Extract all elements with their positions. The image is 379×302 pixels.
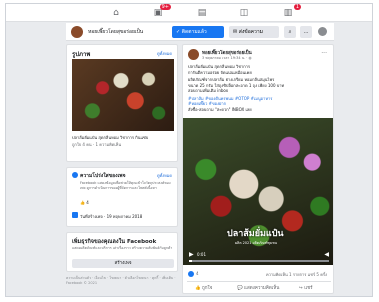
- video-progress-fill: [189, 260, 192, 262]
- info-icon: [72, 172, 78, 178]
- post-author-avatar[interactable]: [188, 49, 199, 60]
- notifications-badge: 9+: [159, 4, 171, 10]
- top-navigation-bar: ⌂ ▣ 9+ ▤ ◫ ▥ 1: [6, 4, 372, 22]
- more-button[interactable]: ...: [300, 26, 312, 38]
- search-button[interactable]: ⌕: [284, 26, 296, 38]
- likes-count: 👍 4: [80, 200, 89, 205]
- transparency-text: Facebook แสดงข้อมูลเพื่อช่วยให้คุณเข้าใจ…: [80, 181, 171, 190]
- photos-see-all-link[interactable]: ดูทั้งหมด: [157, 50, 172, 57]
- create-page-card: เพิ่มธุรกิจของคุณลงใน Facebook แสดงผลิตภ…: [66, 232, 178, 272]
- video-progress-bar[interactable]: [189, 260, 329, 262]
- menu-badge: 1: [293, 4, 301, 10]
- post-line: สั่งซื้อ-สอบถาม "สะดวก" INBOX เลย: [188, 106, 252, 112]
- page-transparency-card: ความโปร่งใสของเพจ ดูทั้งหมด Facebook แสด…: [66, 167, 178, 227]
- post-line: การันตีความอร่อย จัดแน่นเหมือนเคย: [188, 69, 252, 75]
- volume-icon[interactable]: ◀: [324, 251, 329, 258]
- message-label: ส่งข้อความ: [238, 29, 263, 35]
- home-icon[interactable]: ⌂: [110, 7, 122, 19]
- post-timestamp[interactable]: 3 พฤษภาคม เวลา 19:34 น. · ◍: [202, 55, 252, 61]
- comments-shares-count[interactable]: ความคิดเห็น 1 รายการ แชร์ 5 ครั้ง: [266, 271, 327, 278]
- page-avatar[interactable]: [71, 26, 83, 38]
- reaction-count[interactable]: 4: [196, 271, 199, 276]
- post-text: ปลาส้มยั่มแป๋น สุดกลิ่นหอม วิชาการ การัน…: [188, 64, 330, 112]
- like-button[interactable]: 👍 ถูกใจ: [195, 284, 212, 291]
- post-line: สอบถามเพิ่มเติม inbox: [188, 88, 229, 93]
- create-page-button[interactable]: สร้างเพจ: [72, 259, 174, 268]
- post-more-icon[interactable]: ···: [321, 50, 327, 57]
- create-page-title: เพิ่มธุรกิจของคุณลงใน Facebook: [72, 239, 157, 245]
- page-created-date: วันที่สร้างเพจ · 19 พฤษภาคม 2018: [80, 214, 143, 219]
- share-button[interactable]: ↪ แชร์: [299, 284, 313, 291]
- comment-button[interactable]: 💬 แสดงความคิดเห็น: [237, 284, 279, 291]
- create-page-text: แสดงผลิตภัณฑ์และบริการ เล่าเรื่องราว สร้…: [72, 246, 173, 250]
- video-subtitle: ผลิต 2021 ผลิตภัณฑ์ชุมชน: [235, 241, 277, 245]
- share-label: แชร์: [304, 286, 313, 291]
- globe-icon: ◍: [248, 56, 252, 60]
- notifications-icon[interactable]: ▣ 9+: [152, 4, 171, 19]
- flag-icon: [72, 212, 78, 218]
- post-card: หอยเพี๊ยวโดยสุขอร่อยเป็น 3 พฤษภาคม เวลา …: [182, 44, 334, 294]
- like-label: ถูกใจ: [202, 286, 213, 291]
- search-icon: ⌕: [288, 29, 292, 35]
- photo-stats: ถูกใจ 4 คน · 1 ความคิดเห็น: [72, 142, 122, 147]
- page-name[interactable]: หอยเพี๊ยวโดยสุขอร่อยเป็น: [88, 28, 143, 36]
- page-header: หอยเพี๊ยวโดยสุขอร่อยเป็น ✓ ติดตามแล้ว ✉ …: [66, 23, 334, 41]
- likes-value: 4: [86, 200, 89, 205]
- transparency-see-all-link[interactable]: ดูทั้งหมด: [157, 172, 172, 179]
- browser-frame: ⌂ ▣ 9+ ▤ ◫ ▥ 1 หอยเพี๊ยวโดยสุขอร่อยเป็น ✓ …: [5, 3, 373, 297]
- post-video[interactable]: ปลาส้มยั่มแป๋น ผลิต 2021 ผลิตภัณฑ์ชุมชน …: [183, 118, 333, 265]
- comment-label: แสดงความคิดเห็น: [244, 286, 280, 291]
- photo-thumbnail[interactable]: [72, 59, 174, 131]
- photo-caption: ปลาส้มยั่มแป๋น สุดกลิ่นหอม วิชาการ กินแซ…: [72, 135, 149, 140]
- menu-icon[interactable]: ▥ 1: [282, 4, 301, 19]
- photos-card: รูปภาพ ดูทั้งหมด ปลาส้มยั่มแป๋น สุดกลิ่น…: [66, 44, 178, 162]
- profile-avatar[interactable]: [318, 27, 327, 36]
- video-title: ปลาส้มยั่มแป๋น: [227, 229, 284, 239]
- footer-links[interactable]: ความเป็นส่วนตัว · เงื่อนไข · โฆษณา · ตัว…: [66, 276, 178, 286]
- marketplace-icon[interactable]: ▤: [196, 7, 208, 19]
- message-button[interactable]: ✉ ส่งข้อความ: [229, 26, 279, 38]
- follow-label: ติดตามแล้ว: [181, 29, 207, 35]
- transparency-title: ความโปร่งใสของเพจ: [80, 173, 126, 179]
- like-reaction-icon: [188, 271, 194, 277]
- post-actions: 👍 ถูกใจ 💬 แสดงความคิดเห็น ↪ แชร์: [187, 281, 331, 293]
- post-time-text: 3 พฤษภาคม เวลา 19:34 น. ·: [202, 56, 249, 60]
- follow-button[interactable]: ✓ ติดตามแล้ว: [172, 26, 224, 38]
- groups-icon[interactable]: ◫: [238, 7, 250, 19]
- play-icon[interactable]: ▶: [189, 251, 194, 258]
- video-time: 0:01: [197, 252, 206, 257]
- photos-title: รูปภาพ: [72, 51, 91, 58]
